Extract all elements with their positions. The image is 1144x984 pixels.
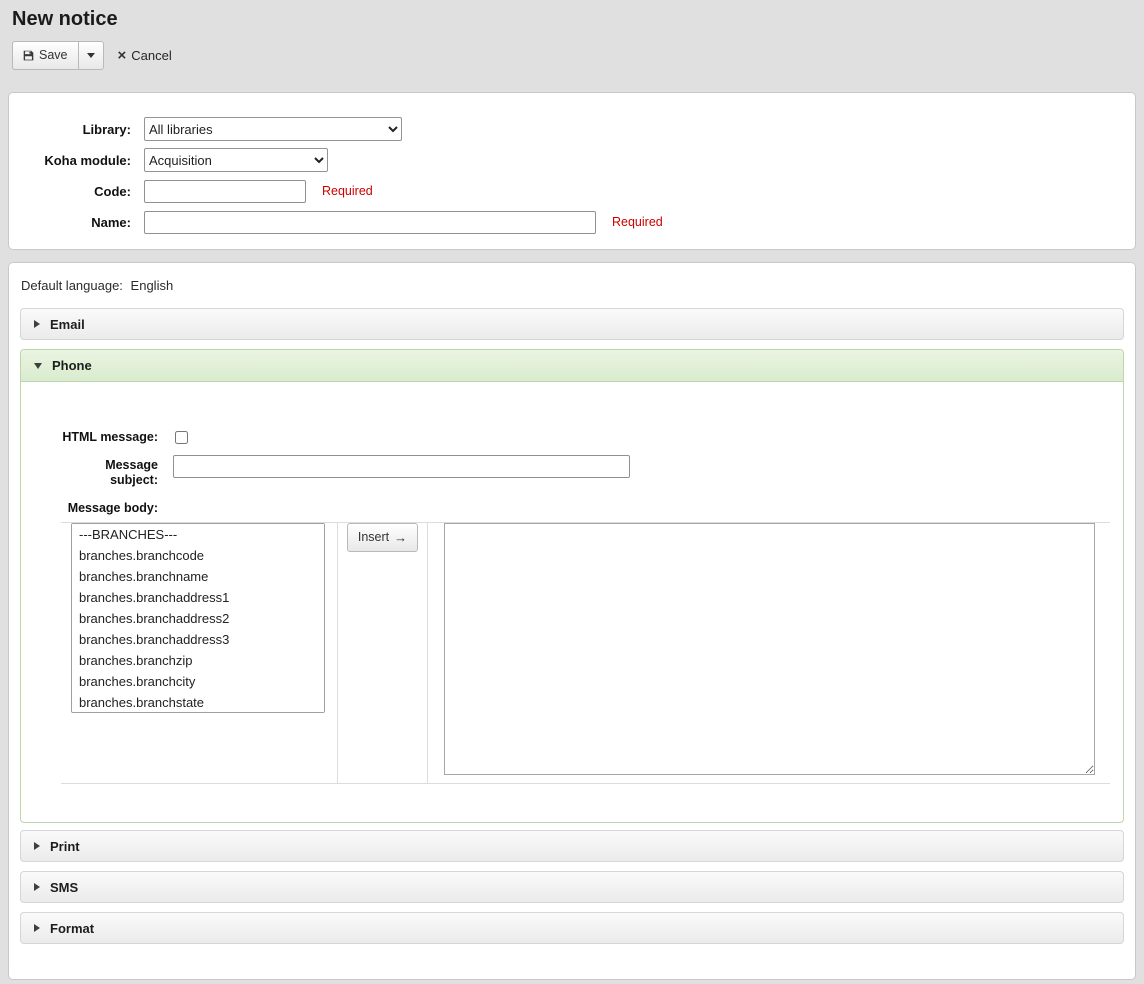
name-row: Name: Required — [9, 210, 1135, 234]
message-subject-label: Message subject: — [61, 455, 158, 488]
koha-module-select[interactable]: Acquisition — [144, 148, 328, 172]
library-label: Library: — [9, 122, 131, 137]
library-row: Library: All libraries — [9, 117, 1135, 141]
save-icon — [23, 50, 34, 61]
close-icon: × — [118, 48, 127, 63]
cancel-label: Cancel — [131, 48, 171, 63]
html-message-row: HTML message: — [61, 427, 1111, 445]
save-button-label: Save — [39, 48, 68, 63]
default-language-label: Default language: — [21, 278, 123, 293]
name-required-text: Required — [612, 215, 663, 229]
caret-right-icon — [34, 320, 40, 328]
code-input[interactable] — [144, 180, 306, 203]
section-header-print[interactable]: Print — [20, 830, 1124, 862]
section-phone: Phone HTML message: Message subject: Mes… — [20, 349, 1124, 823]
library-select[interactable]: All libraries — [144, 117, 402, 141]
section-title-phone: Phone — [52, 358, 92, 373]
section-header-email[interactable]: Email — [20, 308, 1124, 340]
message-body-label: Message body: — [61, 498, 158, 516]
html-message-checkbox[interactable] — [175, 431, 188, 444]
arrow-right-icon: → — [394, 531, 407, 544]
insert-button-label: Insert — [358, 530, 389, 545]
code-required-text: Required — [322, 184, 373, 198]
message-body-textarea[interactable] — [444, 523, 1095, 775]
save-button-group: Save — [12, 41, 104, 70]
letter-content-panel: Default language: English Email Phone HT… — [8, 262, 1136, 980]
editor-cell — [428, 523, 1110, 783]
koha-module-label: Koha module: — [9, 153, 131, 168]
caret-right-icon — [34, 842, 40, 850]
html-message-label: HTML message: — [61, 427, 158, 445]
section-title-format: Format — [50, 921, 94, 936]
toolbar: Save × Cancel — [12, 41, 1144, 70]
name-label: Name: — [9, 215, 131, 230]
caret-right-icon — [34, 924, 40, 932]
section-header-format[interactable]: Format — [20, 912, 1124, 944]
cancel-button[interactable]: × Cancel — [118, 48, 172, 63]
notice-details-panel: Library: All libraries Koha module: Acqu… — [8, 92, 1136, 250]
save-dropdown-toggle[interactable] — [78, 41, 104, 70]
code-row: Code: Required — [9, 179, 1135, 203]
section-header-phone[interactable]: Phone — [21, 350, 1123, 382]
field-listbox[interactable]: ---BRANCHES---branches.branchcodebranche… — [71, 523, 325, 713]
koha-module-row: Koha module: Acquisition — [9, 148, 1135, 172]
section-title-email: Email — [50, 317, 85, 332]
code-label: Code: — [9, 184, 131, 199]
section-title-sms: SMS — [50, 880, 78, 895]
insert-button[interactable]: Insert → — [347, 523, 418, 552]
caret-down-icon — [87, 53, 95, 58]
message-subject-input[interactable] — [173, 455, 630, 478]
page-title: New notice — [12, 8, 1144, 31]
save-button[interactable]: Save — [12, 41, 78, 70]
message-body-editor: ---BRANCHES---branches.branchcodebranche… — [61, 522, 1110, 784]
default-language-value: English — [131, 278, 174, 293]
section-title-print: Print — [50, 839, 80, 854]
message-subject-row: Message subject: — [61, 455, 1111, 488]
message-body-label-row: Message body: — [61, 498, 1111, 516]
caret-down-icon — [34, 363, 42, 369]
insert-cell: Insert → — [338, 523, 428, 783]
phone-section-body: HTML message: Message subject: Message b… — [21, 382, 1123, 822]
section-header-sms[interactable]: SMS — [20, 871, 1124, 903]
field-list-cell: ---BRANCHES---branches.branchcodebranche… — [61, 523, 338, 783]
default-language-bar: Default language: English — [21, 278, 1124, 293]
caret-right-icon — [34, 883, 40, 891]
name-input[interactable] — [144, 211, 596, 234]
new-notice-page: New notice Save × Cancel Library: All li… — [0, 0, 1144, 984]
